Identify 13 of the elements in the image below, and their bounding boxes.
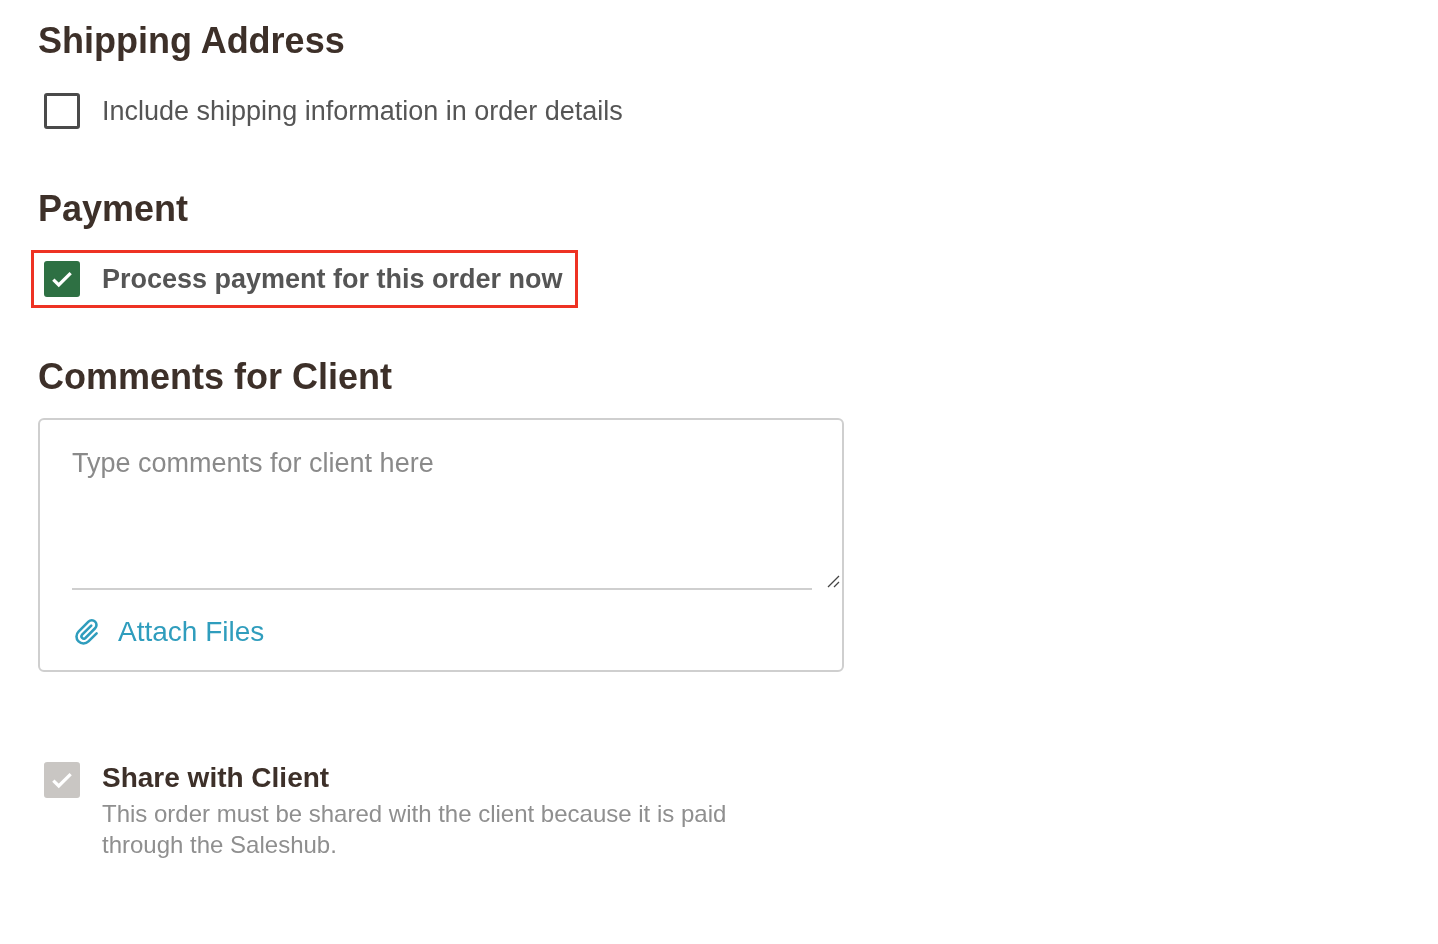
attach-files-link[interactable]: Attach Files: [72, 616, 265, 648]
help-text: This order must be shared with the client because it is paid through the Saleshub.: [102, 799, 728, 860]
checkbox-label: Share with Client: [102, 762, 331, 794]
checkbox-label: Include shipping information in order details: [102, 95, 623, 127]
section-heading: Shipping Address: [38, 20, 346, 62]
checkbox[interactable]: [44, 261, 80, 297]
comment-box[interactable]: Type comments for client here Attach Files: [38, 418, 844, 672]
checkbox-label: Process payment for this order now: [102, 263, 563, 295]
resize-handle-icon[interactable]: [826, 574, 840, 588]
paperclip-icon: [72, 618, 100, 646]
section-heading: Payment: [38, 188, 190, 230]
section-heading: Comments for Client: [38, 356, 394, 398]
checkbox[interactable]: [44, 93, 80, 129]
